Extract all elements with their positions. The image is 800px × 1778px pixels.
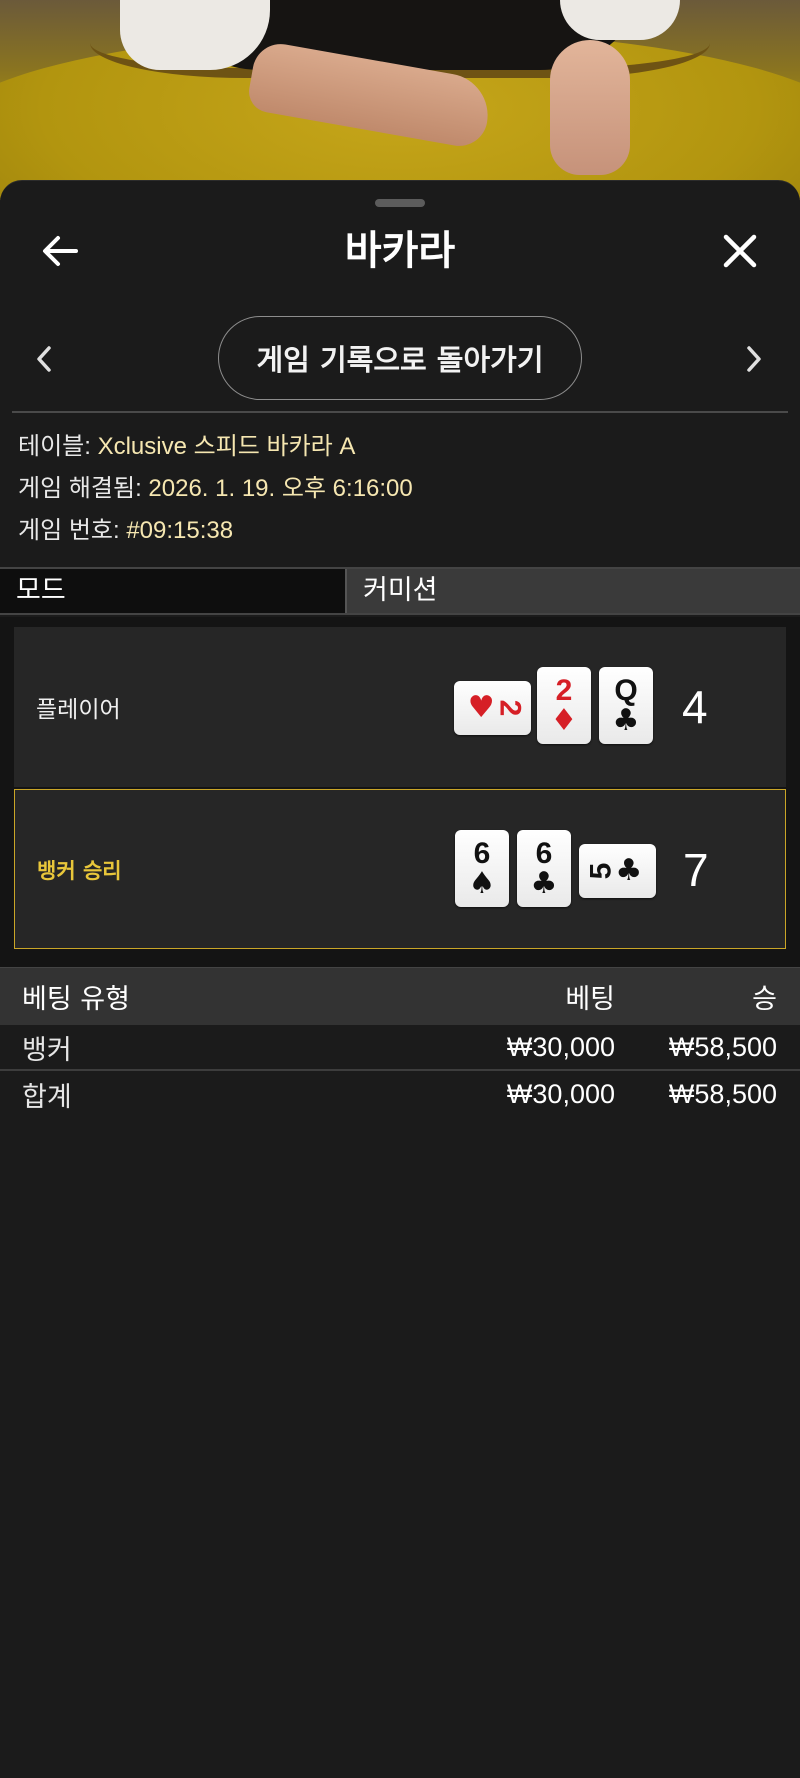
player-score: 4 [682, 681, 708, 733]
total-label: 합계 [22, 1081, 72, 1113]
card-rank: 2 [555, 673, 573, 707]
total-row: 합계 ₩30,000 ₩58,500 [0, 1071, 800, 1117]
game-number-label: 게임 번호: [18, 517, 127, 544]
bet-amount: ₩30,000 [506, 1031, 615, 1062]
banker-hand-row: 뱅커 승리 6 ♠ 6 ♣ 5 ♣ 7 [14, 789, 786, 949]
banker-card-1: 6 ♠ [455, 830, 509, 907]
win-amount-header: 승 [752, 984, 777, 1015]
spade-suit-icon: ♠ [468, 865, 496, 901]
card-rank: 5 [584, 862, 618, 880]
mode-value: 커미션 [347, 569, 800, 613]
bets-table: 베팅 유형 베팅 승 뱅커 ₩30,000 ₩58,500 합계 ₩30,000… [0, 967, 800, 1117]
previous-game-button[interactable] [14, 329, 74, 389]
game-details-sheet: 바카라 게임 기록으로 돌아가기 테이블: Xclusive 스피드 바카라 A… [0, 180, 800, 1778]
player-card-3: Q ♣ [599, 667, 653, 744]
card-rank: 6 [535, 836, 553, 870]
chevron-right-icon [747, 346, 761, 372]
club-suit-icon: ♣ [612, 702, 640, 738]
divider [12, 411, 788, 413]
bets-table-header: 베팅 유형 베팅 승 [0, 967, 800, 1025]
banker-card-3: 5 ♣ [579, 844, 656, 898]
resolved-value: 2026. 1. 19. 오후 6:16:00 [148, 475, 413, 502]
card-rank: 2 [492, 699, 526, 717]
card-rank: 6 [473, 836, 491, 870]
page-title: 바카라 [344, 228, 456, 274]
table-info: 테이블: Xclusive 스피드 바카라 A [18, 426, 788, 468]
mode-row: 모드 커미션 [0, 567, 800, 615]
resolved-info: 게임 해결됨: 2026. 1. 19. 오후 6:16:00 [18, 468, 788, 510]
card-rank: Q [614, 673, 638, 707]
dealer-hand-right [550, 40, 630, 175]
bet-type: 뱅커 [22, 1034, 72, 1066]
player-card-1: ♥ 2 [454, 681, 531, 735]
live-video-feed [0, 0, 800, 200]
next-game-button[interactable] [724, 329, 784, 389]
back-to-history-button[interactable]: 게임 기록으로 돌아가기 [218, 316, 582, 400]
close-icon [723, 234, 757, 268]
game-number-info: 게임 번호: #09:15:38 [18, 510, 788, 552]
sheet-drag-handle[interactable] [375, 199, 425, 207]
banker-win-label: 뱅커 승리 [37, 859, 122, 883]
player-card-2: 2 ♦ [537, 667, 591, 744]
player-label: 플레이어 [36, 697, 121, 723]
history-navigation: 게임 기록으로 돌아가기 [0, 316, 800, 402]
banker-score: 7 [683, 844, 709, 896]
club-suit-icon: ♣ [615, 853, 643, 888]
table-label: 테이블: [18, 433, 98, 460]
mode-label: 모드 [0, 569, 347, 613]
game-info: 테이블: Xclusive 스피드 바카라 A 게임 해결됨: 2026. 1.… [18, 426, 788, 552]
club-suit-icon: ♣ [530, 865, 558, 901]
close-button[interactable] [710, 221, 770, 281]
table-value: Xclusive 스피드 바카라 A [97, 433, 356, 460]
bet-type-header: 베팅 유형 [22, 984, 130, 1015]
resolved-label: 게임 해결됨: [18, 475, 149, 502]
back-button[interactable] [30, 221, 90, 281]
game-number-value: #09:15:38 [126, 517, 234, 544]
round-results: 플레이어 ♥ 2 2 ♦ Q ♣ 4 뱅커 승리 6 ♠ 6 ♣ 5 ♣ 7 [0, 617, 800, 967]
banker-card-2: 6 ♣ [517, 830, 571, 907]
player-hand-row: 플레이어 ♥ 2 2 ♦ Q ♣ 4 [14, 627, 786, 787]
table-row: 뱅커 ₩30,000 ₩58,500 [0, 1025, 800, 1071]
bet-amount-header: 베팅 [565, 984, 615, 1015]
win-amount: ₩58,500 [668, 1031, 777, 1062]
total-win-amount: ₩58,500 [668, 1078, 777, 1109]
diamond-suit-icon: ♦ [550, 702, 578, 738]
arrow-left-icon [43, 236, 78, 266]
chevron-left-icon [37, 346, 51, 372]
heart-suit-icon: ♥ [467, 690, 495, 725]
sheet-header: 바카라 [0, 211, 800, 291]
total-bet-amount: ₩30,000 [506, 1078, 615, 1109]
